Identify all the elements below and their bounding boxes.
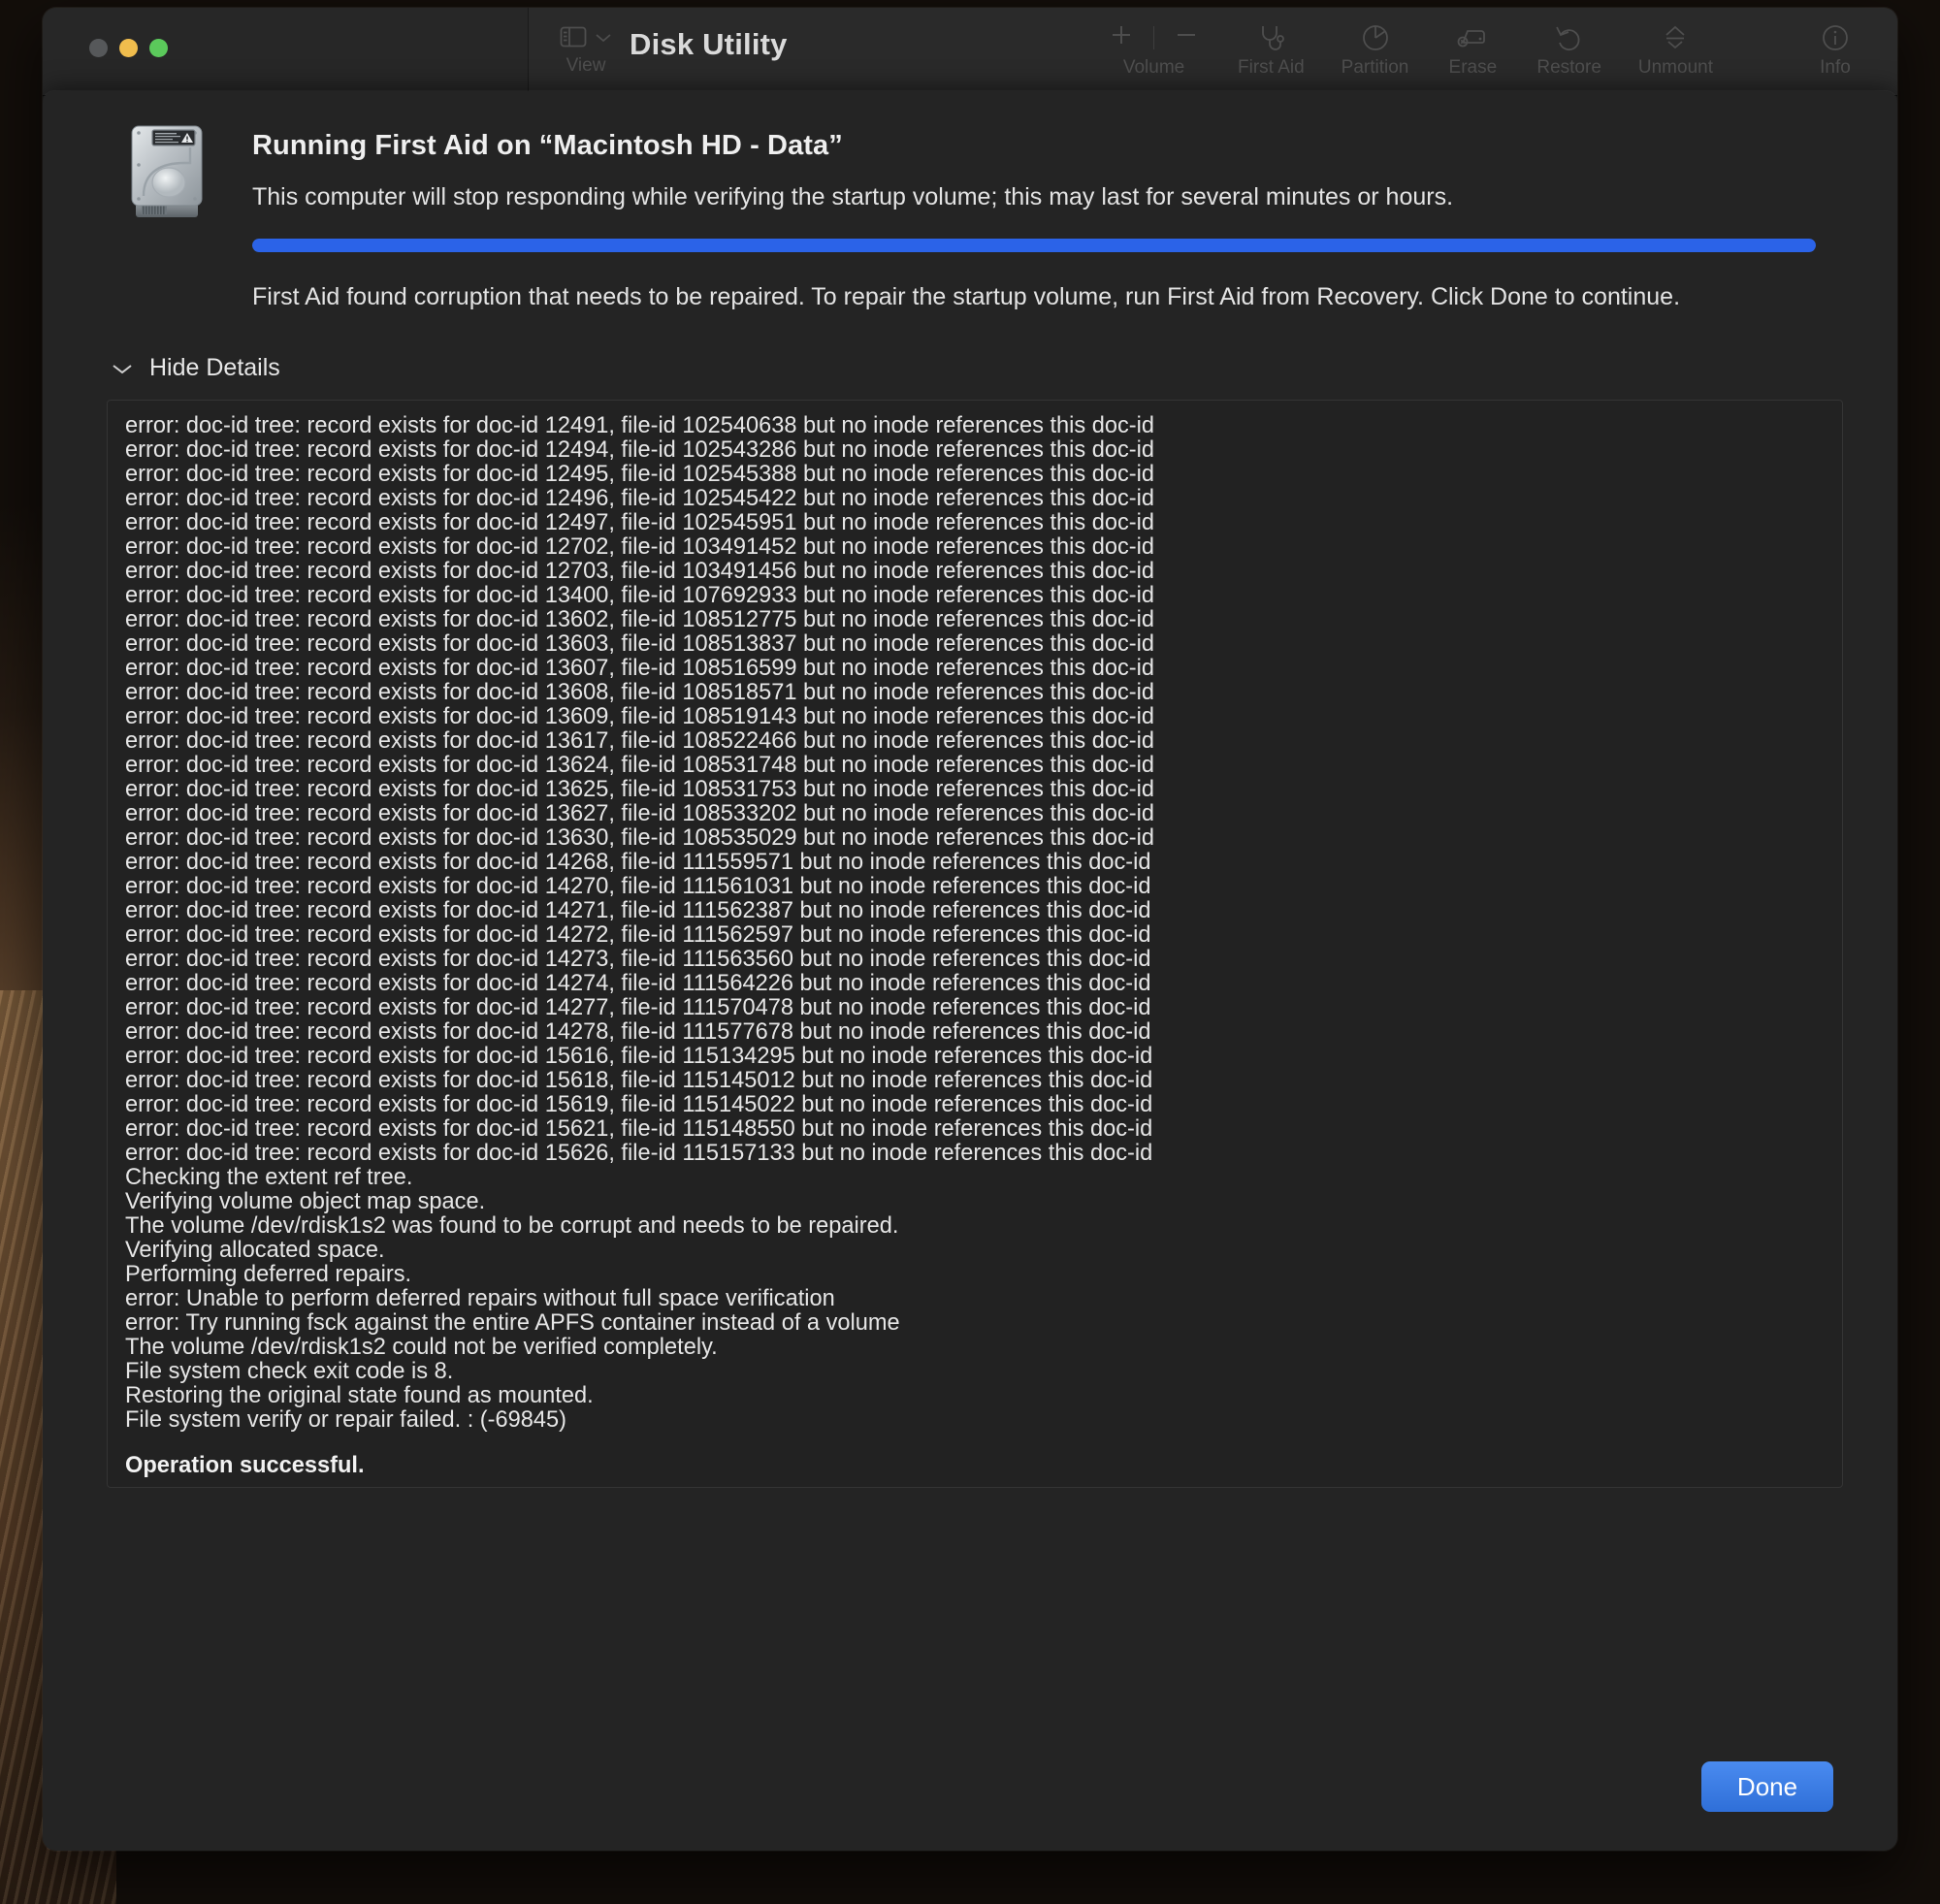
log-line-spacer <box>125 1433 1825 1454</box>
stethoscope-icon <box>1255 21 1286 54</box>
toolbar-item-restore[interactable]: Restore <box>1536 21 1601 79</box>
log-line: error: doc-id tree: record exists for do… <box>125 1044 1153 1069</box>
sidebar-toggle-label: View <box>566 55 606 76</box>
progress-bar-fill <box>252 239 1816 252</box>
toolbar-label-partition: Partition <box>1341 57 1409 78</box>
plus-icon[interactable] <box>1107 20 1136 55</box>
log-line: error: doc-id tree: record exists for do… <box>125 728 1155 754</box>
log-line: error: doc-id tree: record exists for do… <box>125 1092 1153 1117</box>
undo-arrow-icon <box>1554 21 1585 54</box>
toolbar-label-erase: Erase <box>1448 57 1498 78</box>
log-line: error: doc-id tree: record exists for do… <box>125 971 1151 996</box>
window-titlebar: View Disk Utility Volume First Aid Parti… <box>43 8 1897 96</box>
sidebar-toggle-row <box>560 25 612 53</box>
chevron-down-icon <box>595 31 612 48</box>
log-line: Restoring the original state found as mo… <box>125 1383 594 1408</box>
internal-hard-drive-icon <box>124 120 210 221</box>
log-line: error: doc-id tree: record exists for do… <box>125 898 1151 923</box>
log-line: error: doc-id tree: record exists for do… <box>125 801 1155 826</box>
titlebar-left-pane <box>43 8 528 95</box>
log-line: error: doc-id tree: record exists for do… <box>125 850 1151 875</box>
traffic-lights <box>89 39 168 57</box>
log-line: error: doc-id tree: record exists for do… <box>125 510 1155 535</box>
toolbar-label-first-aid: First Aid <box>1238 57 1305 78</box>
log-line: error: doc-id tree: record exists for do… <box>125 704 1155 729</box>
log-line: error: doc-id tree: record exists for do… <box>125 777 1155 802</box>
log-line: File system check exit code is 8. <box>125 1359 454 1384</box>
log-line: error: doc-id tree: record exists for do… <box>125 947 1151 972</box>
log-line: Verifying allocated space. <box>125 1238 385 1263</box>
log-line: Checking the extent ref tree. <box>125 1165 413 1190</box>
log-line: error: doc-id tree: record exists for do… <box>125 559 1155 584</box>
log-line: The volume /dev/rdisk1s2 could not be ve… <box>125 1335 718 1360</box>
dialog-title: Running First Aid on “Macintosh HD - Dat… <box>252 130 843 161</box>
log-line: Verifying volume object map space. <box>125 1189 486 1214</box>
toolbar-label-volume: Volume <box>1122 57 1185 78</box>
done-button[interactable]: Done <box>1701 1761 1833 1812</box>
toolbar-item-info[interactable]: Info <box>1808 21 1862 79</box>
sheet-header-text: Running First Aid on “Macintosh HD - Dat… <box>252 130 1843 311</box>
log-line: error: doc-id tree: record exists for do… <box>125 437 1155 463</box>
zoom-button[interactable] <box>149 39 168 57</box>
log-line: error: doc-id tree: record exists for do… <box>125 995 1151 1020</box>
toolbar-item-unmount[interactable]: Unmount <box>1638 21 1713 79</box>
toolbar-label-info: Info <box>1820 57 1851 78</box>
log-line: error: doc-id tree: record exists for do… <box>125 413 1155 438</box>
first-aid-sheet: Running First Aid on “Macintosh HD - Dat… <box>43 91 1897 1851</box>
toolbar-item-erase[interactable]: Erase <box>1445 21 1500 79</box>
log-line: error: doc-id tree: record exists for do… <box>125 1141 1153 1166</box>
log-line: error: doc-id tree: record exists for do… <box>125 1068 1153 1093</box>
erase-disk-icon <box>1456 21 1489 54</box>
log-line: error: doc-id tree: record exists for do… <box>125 607 1155 632</box>
hide-details-label: Hide Details <box>149 354 280 381</box>
log-line: error: Try running fsck against the enti… <box>125 1310 900 1336</box>
first-aid-log-panel[interactable]: error: doc-id tree: record exists for do… <box>107 400 1843 1488</box>
sidebar-toggle-button[interactable]: View <box>560 25 612 77</box>
chevron-down-icon <box>111 357 134 380</box>
sidebar-icon <box>560 25 587 53</box>
eject-icon <box>1660 21 1691 54</box>
toolbar-divider <box>1153 26 1155 49</box>
toolbar-item-partition[interactable]: Partition <box>1341 21 1409 79</box>
toolbar-item-volume[interactable]: Volume <box>1107 21 1201 79</box>
log-line: error: doc-id tree: record exists for do… <box>125 462 1155 487</box>
log-line: Performing deferred repairs. <box>125 1262 412 1287</box>
log-line-operation-successful: Operation successful. <box>125 1453 365 1478</box>
first-aid-log-content: error: doc-id tree: record exists for do… <box>108 401 1842 1487</box>
log-line: error: doc-id tree: record exists for do… <box>125 753 1155 778</box>
toolbar-item-first-aid[interactable]: First Aid <box>1238 21 1305 79</box>
log-line: error: Unable to perform deferred repair… <box>125 1286 835 1311</box>
log-line: error: doc-id tree: record exists for do… <box>125 922 1151 948</box>
log-line: The volume /dev/rdisk1s2 was found to be… <box>125 1213 899 1239</box>
sheet-header: Running First Aid on “Macintosh HD - Dat… <box>43 91 1897 382</box>
dialog-status-text: First Aid found corruption that needs to… <box>252 283 1681 310</box>
toolbar-label-restore: Restore <box>1536 57 1601 78</box>
log-line: error: doc-id tree: record exists for do… <box>125 1019 1151 1045</box>
toolbar-label-unmount: Unmount <box>1637 57 1713 78</box>
log-line: error: doc-id tree: record exists for do… <box>125 825 1155 851</box>
toolbar: View Disk Utility Volume First Aid Parti… <box>528 8 1897 95</box>
app-title: Disk Utility <box>630 27 788 61</box>
disk-utility-window: View Disk Utility Volume First Aid Parti… <box>43 8 1897 1851</box>
pie-chart-icon <box>1360 21 1391 54</box>
log-line: File system verify or repair failed. : (… <box>125 1407 566 1433</box>
minimize-button[interactable] <box>119 39 138 57</box>
log-line: error: doc-id tree: record exists for do… <box>125 656 1155 681</box>
dialog-subtitle: This computer will stop responding while… <box>252 183 1454 210</box>
log-line: error: doc-id tree: record exists for do… <box>125 583 1155 608</box>
info-circle-icon <box>1820 21 1851 54</box>
toolbar-actions: Volume First Aid Partition Erase Restore… <box>1107 21 1862 79</box>
log-line: error: doc-id tree: record exists for do… <box>125 631 1155 657</box>
progress-bar <box>252 239 1816 252</box>
log-line: error: doc-id tree: record exists for do… <box>125 874 1151 899</box>
volume-add-remove-controls <box>1107 21 1201 54</box>
close-button[interactable] <box>89 39 108 57</box>
hide-details-toggle[interactable]: Hide Details <box>111 354 1843 382</box>
log-line: error: doc-id tree: record exists for do… <box>125 486 1155 511</box>
log-line: error: doc-id tree: record exists for do… <box>125 1116 1153 1142</box>
sheet-footer: Done <box>43 1723 1897 1851</box>
log-line: error: doc-id tree: record exists for do… <box>125 534 1155 560</box>
log-line: error: doc-id tree: record exists for do… <box>125 680 1155 705</box>
minus-icon[interactable] <box>1172 20 1201 55</box>
